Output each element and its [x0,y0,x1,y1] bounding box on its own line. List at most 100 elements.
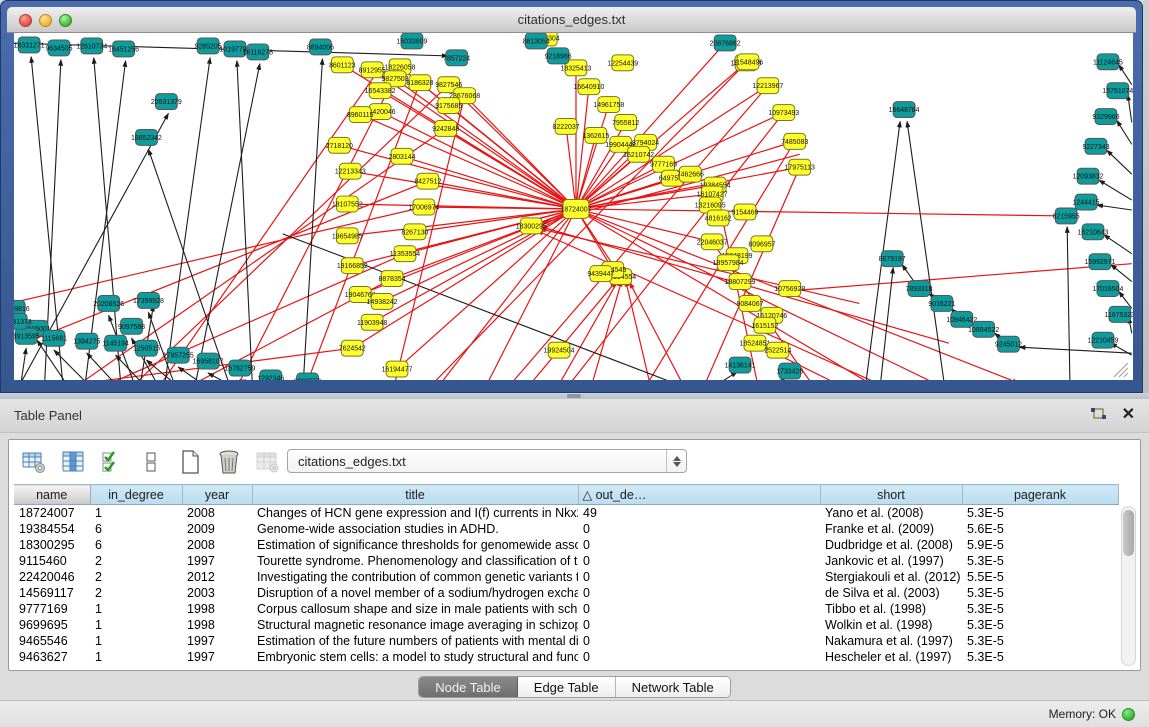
table-cell[interactable]: Nakamura et al. (1997) [820,633,962,649]
table-cell[interactable]: Genome-wide association studies in ADHD. [252,521,578,537]
table-cell[interactable]: 9463627 [14,649,90,665]
network-window-titlebar[interactable]: citations_edges.txt [7,7,1136,33]
graph-node[interactable]: 20876862 [710,35,741,51]
table-row[interactable]: 1872400712008Changes of HCN gene express… [14,505,1118,521]
table-cell[interactable]: 0 [578,537,820,553]
graph-node[interactable]: 8679197 [879,251,906,267]
graph-node[interactable]: 14136141 [725,357,756,373]
table-cell[interactable]: Structural magnetic resonance image aver… [252,617,578,633]
column-header[interactable]: year [182,485,252,505]
tab-node-table[interactable]: Node Table [419,677,518,697]
graph-node[interactable]: 9154469 [732,204,759,220]
table-cell[interactable]: 0 [578,649,820,665]
graph-node[interactable]: 8222037 [553,119,580,135]
graph-node[interactable]: 16033809 [396,33,427,49]
graph-node[interactable]: 20206526 [93,295,124,311]
table-cell[interactable]: 9777169 [14,601,90,617]
graph-node[interactable]: 9285205 [195,38,222,54]
table-cell[interactable]: Estimation of significance thresholds fo… [252,537,578,553]
graph-node[interactable]: 17016504 [1092,281,1123,297]
network-view-window[interactable]: citations_edges.txt 18724007183002958601… [0,0,1143,393]
graph-node[interactable]: 18852342 [131,129,162,145]
table-cell[interactable]: Corpus callosum shape and size in male p… [252,601,578,617]
table-cell[interactable]: 1 [90,601,182,617]
graph-node[interactable]: 7485083 [781,133,808,149]
table-cell[interactable]: 0 [578,521,820,537]
graph-node[interactable]: 1394275 [73,333,100,349]
graph-node[interactable]: 7462666 [677,166,704,182]
table-cell[interactable]: 2008 [182,537,252,553]
graph-node[interactable]: 1145194 [102,335,129,351]
table-cell[interactable]: 0 [578,585,820,601]
table-cell[interactable]: 5.3E-5 [962,553,1118,569]
graph-node[interactable]: 1615152 [751,317,778,333]
table-cell[interactable]: 5.3E-5 [962,649,1118,665]
table-cell[interactable]: de Silva et al. (2003) [820,585,962,601]
table-cell[interactable]: 1997 [182,649,252,665]
table-cell[interactable]: Tourette syndrome. Phenomenology and cla… [252,553,578,569]
graph-node[interactable]: 7624542 [339,340,366,356]
table-scrollbar[interactable] [1121,506,1136,666]
graph-node[interactable]: 17975113 [785,159,815,175]
table-cell[interactable]: 1 [90,649,182,665]
table-cell[interactable]: 14569117 [14,585,90,601]
table-column-icon[interactable] [60,449,86,475]
table-settings-icon[interactable] [21,449,47,475]
graph-node[interactable]: 15992971 [1085,254,1116,270]
network-canvas[interactable]: 1872400718300295860112389129551822605898… [14,33,1133,380]
graph-node[interactable]: 11903948 [357,314,387,330]
graph-node[interactable]: 9083558 [294,373,321,380]
graph-node[interactable]: 3913595 [14,328,40,344]
table-cell[interactable]: 1997 [182,553,252,569]
table-cell[interactable]: 2012 [182,569,252,585]
graph-node[interactable]: 19654985 [332,228,363,244]
graph-node[interactable]: 12254439 [607,55,638,71]
graph-node[interactable]: 4816162 [705,210,732,226]
table-row[interactable]: 1830029562008Estimation of significance … [14,537,1118,553]
table-cell[interactable]: Estimation of the future numbers of pati… [252,633,578,649]
table-cell[interactable]: 0 [578,617,820,633]
table-cell[interactable]: 1997 [182,633,252,649]
column-header[interactable]: name [14,485,90,505]
table-row[interactable]: 911546021997Tourette syndrome. Phenomeno… [14,553,1118,569]
table-cell[interactable]: 0 [578,569,820,585]
table-cell[interactable]: 5.3E-5 [962,601,1118,617]
table-cell[interactable]: 2003 [182,585,252,601]
trash-icon[interactable] [216,449,242,475]
graph-node[interactable]: 9227343 [1082,138,1109,154]
graph-node[interactable]: 1115681 [41,330,67,346]
float-panel-icon[interactable] [1090,407,1108,423]
table-cell[interactable]: 5.3E-5 [962,585,1118,601]
graph-node[interactable]: 8878354 [379,271,406,287]
graph-node[interactable]: 8427512 [414,173,441,189]
graph-node[interactable]: 2522514 [764,342,791,358]
table-cell[interactable]: 1998 [182,617,252,633]
graph-node[interactable]: 18107552 [332,196,363,212]
table-cell[interactable]: 0 [578,553,820,569]
table-cell[interactable]: 1 [90,505,182,521]
graph-node[interactable]: 16648784 [889,102,920,118]
graph-node[interactable]: 11353554 [390,246,420,262]
graph-node[interactable]: 18331271 [14,37,45,53]
graph-node[interactable]: 14961758 [593,97,624,113]
row-height-icon[interactable] [138,449,164,475]
table-cell[interactable]: Changes of HCN gene expression and I(f) … [252,505,578,521]
graph-node[interactable]: 16958107 [193,353,224,369]
column-header[interactable]: in_degree [90,485,182,505]
graph-node[interactable]: 9329966 [1092,109,1119,125]
table-cell[interactable]: 2 [90,569,182,585]
table-cell[interactable]: Wolkin et al. (1998) [820,617,962,633]
new-document-icon[interactable] [177,449,203,475]
table-cell[interactable]: 6 [90,521,182,537]
tab-network-table[interactable]: Network Table [616,677,730,697]
table-row[interactable]: 977716911998Corpus callosum shape and si… [14,601,1118,617]
table-cell[interactable]: 1 [90,617,182,633]
graph-node[interactable]: 9242848 [432,120,459,136]
graph-node[interactable]: 18724007 [561,200,592,219]
table-cell[interactable]: 1 [90,633,182,649]
graph-node[interactable]: 8601123 [329,57,356,73]
graph-node[interactable]: 16210742 [623,146,654,162]
graph-node[interactable]: 7857224 [443,50,470,66]
table-row[interactable]: 1456911722003Disruption of a novel membe… [14,585,1118,601]
table-cell[interactable]: Embryonic stem cells: a model to study s… [252,649,578,665]
